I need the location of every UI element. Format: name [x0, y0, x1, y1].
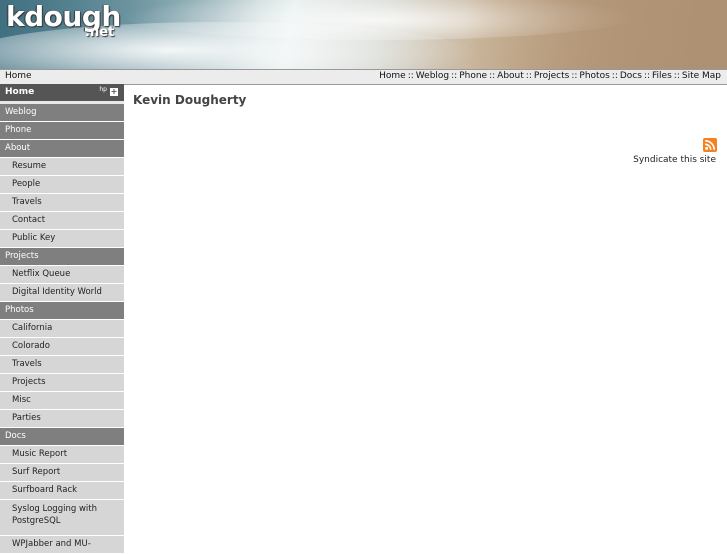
sidebar-item-parties[interactable]: Parties — [0, 410, 124, 428]
sidebar: Home hp + Weblog Phone About Resume People Tr… — [0, 84, 124, 554]
sidebar-item-projects[interactable]: Projects — [0, 248, 124, 266]
top-nav-link-photos[interactable]: Photos — [579, 71, 609, 81]
sidebar-item-label: Docs — [5, 431, 26, 441]
top-nav-link-home[interactable]: Home — [379, 71, 406, 81]
sidebar-item-photos[interactable]: Photos — [0, 302, 124, 320]
top-nav-link-docs[interactable]: Docs — [620, 71, 642, 81]
sidebar-item-netflix-queue[interactable]: Netflix Queue — [0, 266, 124, 284]
top-nav-link-site-map[interactable]: Site Map — [682, 71, 721, 81]
nav-separator: :: — [643, 71, 651, 81]
sidebar-item-label: Travels — [12, 359, 42, 369]
sidebar-item-wpjabber-and-mu[interactable]: WPJabber and MU- — [0, 536, 124, 554]
expand-toggle-icon[interactable]: + — [110, 88, 118, 96]
top-nav-links: Home:: Weblog:: Phone:: About:: Projects:: Ph… — [379, 71, 721, 81]
top-nav-link-about[interactable]: About — [497, 71, 524, 81]
sidebar-item-label: Resume — [12, 161, 47, 171]
sidebar-item-public-key[interactable]: Public Key — [0, 230, 124, 248]
sidebar-item-resume[interactable]: Resume — [0, 158, 124, 176]
sidebar-item-travels[interactable]: Travels — [0, 194, 124, 212]
sidebar-item-label: Public Key — [12, 233, 56, 243]
sidebar-item-digital-identity-world[interactable]: Digital Identity World — [0, 284, 124, 302]
nav-separator: :: — [611, 71, 618, 81]
nav-separator: :: — [673, 71, 680, 81]
sidebar-item-label: Netflix Queue — [12, 269, 71, 279]
top-nav-link-projects[interactable]: Projects — [534, 71, 569, 81]
sidebar-item-colorado[interactable]: Colorado — [0, 338, 124, 356]
sidebar-item-label: California — [12, 323, 53, 333]
sidebar-item-surfboard-rack[interactable]: Surfboard Rack — [0, 482, 124, 500]
sidebar-item-label: Parties — [12, 413, 41, 423]
syndicate-link[interactable]: Syndicate this site — [633, 155, 716, 165]
sidebar-item-label: Surfboard Rack — [12, 485, 78, 495]
sidebar-item-label: About — [5, 143, 31, 153]
sidebar-item-people[interactable]: People — [0, 176, 124, 194]
sidebar-item-phone[interactable]: Phone — [0, 122, 124, 140]
top-nav-link-phone[interactable]: Phone — [459, 71, 487, 81]
sidebar-item-weblog[interactable]: Weblog — [0, 104, 124, 122]
sidebar-item-label: Contact — [12, 215, 46, 225]
top-navigation-bar: Home Home:: Weblog:: Phone:: About:: Project… — [0, 69, 727, 85]
sidebar-item-label: Surf Report — [12, 467, 61, 477]
sidebar-item-projects[interactable]: Projects — [0, 374, 124, 392]
breadcrumb: Home — [5, 71, 32, 81]
sidebar-item-label: Weblog — [5, 107, 37, 117]
sidebar-item-label: Misc — [12, 395, 31, 405]
sidebar-header[interactable]: Home hp + — [0, 84, 124, 104]
sidebar-item-surf-report[interactable]: Surf Report — [0, 464, 124, 482]
banner-sand — [467, 0, 727, 69]
sidebar-item-misc[interactable]: Misc — [0, 392, 124, 410]
sidebar-item-label: Projects — [12, 377, 46, 387]
sidebar-item-syslog-logging-with-postgresql[interactable]: Syslog Logging with PostgreSQL — [0, 500, 124, 536]
sidebar-item-label: Syslog Logging with PostgreSQL — [12, 504, 97, 526]
sidebar-item-label: Music Report — [12, 449, 68, 459]
nav-separator: :: — [571, 71, 578, 81]
page-title: Kevin Dougherty — [133, 93, 247, 107]
sidebar-item-label: People — [12, 179, 41, 189]
sidebar-header-mini-label: hp — [99, 86, 107, 93]
nav-separator: :: — [489, 71, 496, 81]
sidebar-item-docs[interactable]: Docs — [0, 428, 124, 446]
nav-separator: :: — [525, 71, 532, 81]
sidebar-item-label: WPJabber and MU- — [12, 539, 91, 549]
sidebar-item-label: Projects — [5, 251, 39, 261]
nav-separator: :: — [451, 71, 458, 81]
site-logo-domain: .net — [85, 25, 115, 40]
rss-feed-icon[interactable] — [703, 138, 717, 152]
sidebar-item-california[interactable]: California — [0, 320, 124, 338]
top-nav-link-weblog[interactable]: Weblog — [416, 71, 449, 81]
sidebar-item-label: Travels — [12, 197, 42, 207]
sidebar-header-label: Home — [5, 87, 35, 97]
sidebar-item-label: Digital Identity World — [12, 287, 102, 297]
sidebar-item-about[interactable]: About — [0, 140, 124, 158]
sidebar-item-contact[interactable]: Contact — [0, 212, 124, 230]
sidebar-item-travels[interactable]: Travels — [0, 356, 124, 374]
nav-separator: :: — [407, 71, 414, 81]
sidebar-item-label: Photos — [5, 305, 34, 315]
header-banner: kdough .net — [0, 0, 727, 69]
sidebar-item-label: Phone — [5, 125, 32, 135]
sidebar-item-label: Colorado — [12, 341, 50, 351]
top-nav-link-files[interactable]: Files — [652, 71, 672, 81]
sidebar-item-music-report[interactable]: Music Report — [0, 446, 124, 464]
